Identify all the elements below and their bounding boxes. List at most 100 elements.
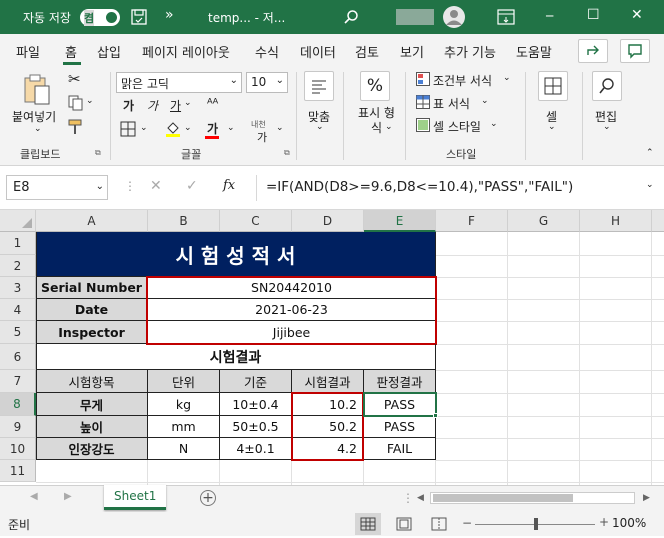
selected-cell-e8[interactable] [363,392,437,417]
judgement-cell[interactable]: PASS [364,416,436,438]
column-header[interactable]: F [436,210,508,232]
row-header[interactable]: 6 [0,344,36,370]
tab-home[interactable]: 홈 [65,42,77,61]
row-header[interactable]: 1 [0,232,36,255]
scroll-tabs-left-icon[interactable]: ◀ [30,491,38,502]
cells-dropdown-icon[interactable]: ⌄ [548,122,556,132]
conditional-format-icon[interactable] [416,72,430,86]
judgement-cell[interactable]: FAIL [364,438,436,460]
cell-style-button[interactable]: 셀 스타일 [433,118,481,135]
minimize-button[interactable]: ─ [546,9,553,23]
row-header[interactable]: 11 [0,460,36,482]
clipboard-launcher-icon[interactable]: ⧉ [95,148,101,158]
fill-dropdown-icon[interactable]: ⌄ [184,123,192,133]
cells-icon[interactable] [538,71,568,101]
standard-cell[interactable]: 10±0.4 [220,393,292,416]
cell-style-icon[interactable] [416,118,430,132]
name-box[interactable]: E8 ⌄ [6,175,108,200]
inspector-label[interactable]: Inspector [36,321,148,344]
tab-insert[interactable]: 삽입 [97,42,121,61]
font-color-button[interactable]: 가 [207,120,218,137]
select-all-corner[interactable] [0,210,36,232]
table-format-button[interactable]: 표 서식 [433,95,470,112]
paste-dropdown-icon[interactable]: ⌄ [34,124,42,134]
italic-button[interactable]: 가 [147,97,158,114]
tab-data[interactable]: 데이터 [300,42,336,61]
column-header[interactable]: H [580,210,652,232]
unit-cell[interactable]: N [148,438,220,460]
tab-addins[interactable]: 추가 기능 [444,42,496,61]
add-sheet-button[interactable]: + [200,490,216,506]
cancel-icon[interactable]: ✕ [150,178,162,194]
save-icon[interactable] [131,9,147,25]
format-painter-icon[interactable] [68,119,84,135]
qat-overflow-button[interactable]: » [165,7,174,23]
row-header[interactable]: 4 [0,299,36,321]
item-height[interactable]: 높이 [36,416,148,438]
border-icon[interactable] [120,121,136,137]
row-header[interactable]: 9 [0,416,36,438]
cut-icon[interactable]: ✂ [68,70,81,88]
comments-button[interactable] [620,39,650,63]
search-icon[interactable] [343,9,359,25]
share-button[interactable] [578,39,608,63]
font-color-dropdown-icon[interactable]: ⌄ [227,123,235,133]
row-header[interactable]: 10 [0,438,36,460]
expand-formula-icon[interactable]: ⌄ [646,180,654,190]
font-launcher-icon[interactable]: ⧉ [284,148,290,158]
alignment-dropdown-icon[interactable]: ⌄ [316,122,324,132]
header-unit[interactable]: 단위 [148,370,220,393]
font-name-select[interactable]: 맑은 고딕 ⌄ [116,72,242,93]
tab-formulas[interactable]: 수식 [255,42,279,61]
report-title[interactable]: 시 험 성 적 서 [36,232,436,277]
unit-cell[interactable]: mm [148,416,220,438]
standard-cell[interactable]: 50±0.5 [220,416,292,438]
close-button[interactable]: ✕ [631,7,643,23]
unit-cell[interactable]: kg [148,393,220,416]
standard-cell[interactable]: 4±0.1 [220,438,292,460]
formula-input[interactable]: =IF(AND(D8>=9.6,D8<=10.4),"PASS","FAIL") [266,179,573,195]
copy-icon[interactable] [68,95,84,111]
tab-view[interactable]: 보기 [400,42,424,61]
tab-file[interactable]: 파일 [16,42,40,61]
border-dropdown-icon[interactable]: ⌄ [140,123,148,133]
table-format-icon[interactable] [416,95,430,109]
increase-font-icon[interactable]: ᴬᴬ [207,97,218,112]
maximize-button[interactable]: ☐ [587,7,600,23]
font-size-select[interactable]: 10 ⌄ [246,72,288,93]
scroll-right-icon[interactable]: ▶ [643,493,650,503]
conditional-dropdown-icon[interactable]: ⌄ [503,73,511,83]
fill-handle[interactable] [433,413,438,418]
row-header[interactable]: 5 [0,321,36,344]
normal-view-button[interactable] [355,513,381,535]
page-break-view-icon[interactable] [430,516,448,532]
row-header[interactable]: 7 [0,370,36,393]
column-header[interactable]: C [220,210,292,232]
sheet-tab-sheet1[interactable]: Sheet1 [104,485,166,510]
table-format-dropdown-icon[interactable]: ⌄ [481,96,489,106]
bold-button[interactable]: 가 [123,97,134,114]
phonetic-dropdown-icon[interactable]: ⌄ [276,123,284,133]
column-header[interactable]: G [508,210,580,232]
column-header[interactable]: D [292,210,364,232]
tab-page-layout[interactable]: 페이지 레이아웃 [142,42,230,61]
item-tensile-strength[interactable]: 인장강도 [36,438,148,460]
insert-function-button[interactable]: fx [223,178,235,193]
tab-review[interactable]: 검토 [355,42,379,61]
date-label[interactable]: Date [36,299,148,321]
underline-button[interactable]: 가 [170,97,181,114]
zoom-level[interactable]: 100% [612,516,646,530]
percent-icon[interactable]: % [360,71,390,101]
alignment-icon[interactable] [304,71,334,101]
avatar[interactable] [443,6,465,28]
row-header[interactable]: 2 [0,255,36,277]
fill-color-icon[interactable] [164,120,182,138]
conditional-format-button[interactable]: 조건부 서식 [433,72,492,89]
enter-icon[interactable]: ✓ [186,178,198,194]
column-header[interactable]: E [364,210,436,232]
ribbon-display-icon[interactable] [497,9,515,25]
paste-button[interactable]: 붙여넣기 [12,108,56,125]
scroll-left-icon[interactable]: ◀ [417,493,424,503]
scrollbar-thumb[interactable] [433,494,573,502]
horizontal-scrollbar[interactable] [430,492,635,504]
